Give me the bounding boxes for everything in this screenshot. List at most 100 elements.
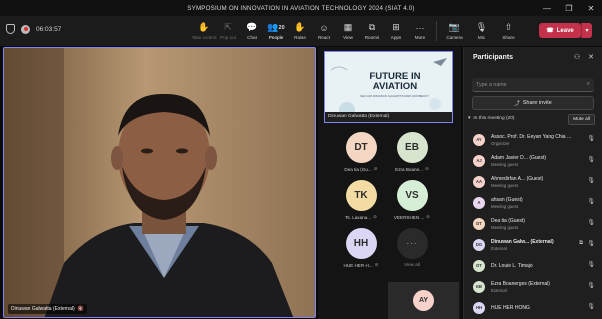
close-icon[interactable]: ✕: [588, 53, 594, 61]
view-all-tile[interactable]: ··· View all: [392, 228, 432, 267]
toolbar-label: Share: [502, 35, 515, 40]
mic-off-icon[interactable]: 🎙: [587, 156, 595, 163]
toolbar-label: React: [317, 35, 330, 40]
share-invite-button[interactable]: ⤴ Share invite: [472, 96, 594, 110]
mic-off-icon[interactable]: 🎙: [587, 219, 595, 226]
shield-icon[interactable]: [6, 24, 15, 34]
mic-off-icon: ⊘: [374, 262, 379, 267]
participant-role: Meeting guest: [491, 224, 518, 230]
list-item[interactable]: HH HUE HER HONG 🎙: [464, 297, 602, 318]
tile-name: Dea tia (Gu...: [344, 166, 372, 172]
avatar: DT: [473, 259, 485, 272]
close-button[interactable]: ✕: [580, 0, 602, 16]
mic-off-icon: 🔇: [77, 306, 84, 312]
avatar: A: [473, 196, 485, 209]
phone-icon: ☎: [546, 28, 554, 34]
toolbar-rooms-button[interactable]: ⧉ Rooms: [360, 16, 384, 46]
toolbar-camera-button[interactable]: 📷 Camera: [441, 16, 468, 46]
list-item[interactable]: DT Dea tia (Guest) Meeting guest 🎙: [464, 213, 602, 234]
leave-options-button[interactable]: ▾: [581, 23, 592, 38]
toolbar-view-button[interactable]: ▦ View: [336, 16, 360, 46]
mic-off-icon: ⊘: [373, 214, 377, 219]
toolbar-chat-button[interactable]: 💬 Chat: [240, 16, 264, 46]
mute-all-button[interactable]: Mute all: [568, 114, 595, 125]
toolbar-take-control-button[interactable]: ✋ Take control: [191, 16, 217, 46]
toolbar-label: More: [414, 35, 426, 40]
search-icon: ⌕: [586, 81, 590, 87]
leave-button[interactable]: ☎ Leave: [539, 23, 581, 38]
list-item[interactable]: Aahsan (Guest) Meeting guest 🎙: [464, 192, 602, 213]
toolbar-label: Apps: [390, 35, 402, 40]
in-meeting-label: In this meeting (20): [473, 116, 515, 121]
panel-title: Participants: [473, 54, 514, 61]
toolbar-divider: [436, 21, 437, 41]
mic-off-icon: ⊘: [426, 214, 431, 219]
tile-name-row: Dea tia (Gu... ⊘: [344, 166, 377, 172]
avatar: AY: [413, 290, 434, 311]
content-share-tile[interactable]: FUTURE IN AVIATION CEO AIR DINUWAN GALWA…: [324, 51, 453, 123]
avatar: AJ: [473, 154, 485, 167]
mic-off-icon[interactable]: 🎙: [587, 303, 595, 310]
toolbar-apps-button[interactable]: ⊞ Apps: [384, 16, 408, 46]
in-meeting-header[interactable]: ▾ In this meeting (20): [468, 116, 514, 121]
toolbar-react-button[interactable]: ☺ React: [312, 16, 336, 46]
main-video-name: Dinuwan Galwatta (External): [11, 306, 75, 312]
search-input[interactable]: [476, 81, 583, 88]
maximize-button[interactable]: ❐: [558, 0, 580, 16]
tile-name-row: View all: [404, 262, 420, 267]
participant-text: Dr. Louie L. Timajo: [491, 263, 579, 269]
participant-tile[interactable]: TK Ts. Laxana... ⊘: [341, 180, 381, 220]
mic-off-icon[interactable]: 🎙: [587, 177, 595, 184]
tile-name-row: VEERSHEN ... ⊘: [394, 214, 430, 220]
participant-tile[interactable]: VS VEERSHEN ... ⊘: [392, 180, 432, 220]
avatar: DT: [473, 217, 485, 230]
toolbar-label: Raise: [294, 35, 306, 40]
toolbar-label: People: [268, 35, 284, 40]
participant-tile[interactable]: EB Ezra Boane... ⊘: [392, 132, 432, 172]
participant-role: External: [491, 245, 507, 251]
toolbar-share-button[interactable]: ⇧ Share: [495, 16, 522, 46]
avatar: AA: [473, 175, 485, 188]
list-item[interactable]: DG Dinuwan Galw... (External) External ⧉ 🎙: [464, 234, 602, 255]
mic-off-icon[interactable]: 🎙: [587, 135, 595, 142]
list-item[interactable]: AJ Adam Javier D... (Guest) Meeting guest 🎙: [464, 150, 602, 171]
mic-off-icon[interactable]: 🎙: [587, 282, 595, 289]
avatar: DT: [345, 132, 377, 163]
add-people-icon[interactable]: ⚇: [574, 53, 580, 61]
participant-tile[interactable]: AY: [388, 282, 459, 319]
toolbar-more-button[interactable]: ··· More: [408, 16, 432, 46]
toolbar-people-button[interactable]: 👥 20 People: [264, 16, 288, 46]
tile-name: VEERSHEN ...: [393, 214, 425, 220]
participant-role: Meeting guest: [491, 182, 518, 188]
mic-off-icon[interactable]: 🎙: [587, 240, 595, 247]
people-icon: 👥 20: [267, 22, 285, 32]
toolbar-raise-button[interactable]: ✋ Raise: [288, 16, 312, 46]
participant-text: HUE HER HONG: [491, 305, 579, 311]
toolbar-mic-button[interactable]: 🎙 Mic: [468, 16, 495, 46]
participant-tile[interactable]: DT Dea tia (Gu... ⊘: [341, 132, 381, 172]
rooms-icon: ⧉: [368, 22, 376, 32]
screen-share-icon: ⧉: [579, 240, 583, 246]
toolbar-label: Take control: [191, 35, 217, 40]
participant-tile[interactable]: HH HUE HER H... ⊘: [341, 228, 381, 268]
mic-off-icon[interactable]: 🎙: [587, 261, 595, 268]
list-item[interactable]: EB Ezra Boanerges (External) External 🎙: [464, 276, 602, 297]
toolbar-label: Chat: [247, 35, 257, 40]
participant-search[interactable]: ⌕: [472, 78, 594, 92]
list-item[interactable]: AA Ahmedirfan A... (Guest) Meeting guest 🎙: [464, 171, 602, 192]
participant-name: Adam Javier D... (Guest): [491, 154, 547, 161]
camera-icon: 📷: [448, 22, 461, 32]
meeting-toolbar: 06:03:57 ✋ Take control ⇱ Pop out 💬 Chat 👥 20 Pe…: [0, 16, 602, 46]
toolbar-pop-out-button[interactable]: ⇱ Pop out: [216, 16, 240, 46]
slide-subtitle: CEO AIR DINUWAN GALWATTA DIRK DROBECKY: [359, 94, 430, 98]
tile-name: HUE HER H...: [343, 262, 373, 268]
participant-text: Dinuwan Galw... (External) External: [491, 239, 579, 251]
minimize-button[interactable]: —: [536, 0, 558, 16]
main-video-tile[interactable]: Dinuwan Galwatta (External) 🔇: [3, 47, 316, 318]
list-item[interactable]: AY Assoc. Prof. Dr. Eeyan Yang Chia ... Or…: [464, 129, 602, 150]
list-item[interactable]: DT Dr. Louie L. Timajo 🎙: [464, 255, 602, 276]
more-icon: ···: [415, 22, 425, 33]
participant-role: Meeting guest: [491, 161, 518, 167]
avatar: EB: [473, 280, 485, 293]
mic-off-icon[interactable]: 🎙: [587, 198, 595, 205]
